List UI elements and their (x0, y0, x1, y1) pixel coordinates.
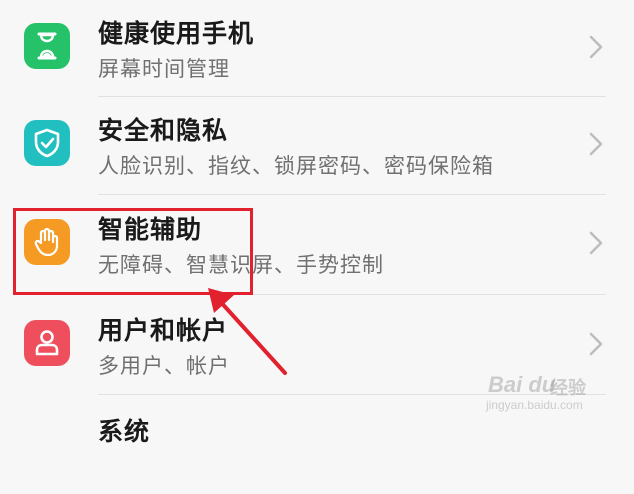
chevron-right-icon (589, 35, 603, 59)
user-icon (24, 320, 70, 366)
chevron-right-icon (589, 332, 603, 356)
item-subtitle: 人脸识别、指纹、锁屏密码、密码保险箱 (98, 154, 494, 178)
watermark-name: 经验 (550, 378, 586, 398)
shield-check-icon (24, 120, 70, 166)
chevron-right-icon (589, 132, 603, 156)
hourglass-icon (24, 23, 70, 69)
item-title: 系统 (98, 417, 151, 446)
item-title: 健康使用手机 (98, 19, 255, 48)
item-subtitle: 屏幕时间管理 (98, 57, 230, 81)
watermark-url: jingyan.baidu.com (486, 398, 583, 412)
settings-item-security-privacy[interactable]: 安全和隐私 人脸识别、指纹、锁屏密码、密码保险箱 (0, 97, 634, 193)
divider (98, 194, 606, 195)
watermark-logo: Bai du (488, 372, 556, 397)
watermark: Bai du 经验 jingyan.baidu.com (480, 370, 620, 420)
annotation-highlight-box (13, 208, 253, 295)
chevron-right-icon (589, 231, 603, 255)
settings-item-digital-balance[interactable]: 健康使用手机 屏幕时间管理 (0, 0, 634, 96)
item-title: 安全和隐私 (98, 116, 229, 145)
annotation-arrow (208, 288, 287, 375)
